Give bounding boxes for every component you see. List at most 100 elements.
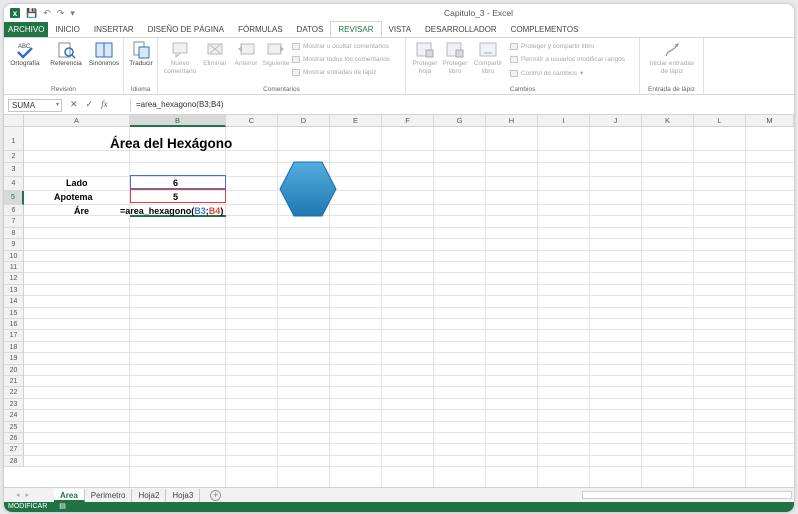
confirm-icon[interactable]: ✓ (86, 99, 94, 110)
column-header-h[interactable]: H (486, 115, 538, 127)
row-header-21[interactable]: 21 (4, 376, 24, 388)
tab-inicio[interactable]: INICIO (48, 22, 86, 37)
group-revision: ABC Ortografía Referencia Sinónimos Revi… (4, 38, 124, 95)
macro-record-icon[interactable]: ▤ (59, 502, 66, 512)
translate-button[interactable]: Traducir (126, 41, 156, 68)
spelling-button[interactable]: ABC Ortografía (8, 41, 42, 68)
row-header-8[interactable]: 8 (4, 227, 24, 240)
cell-b3[interactable]: 6 (173, 178, 178, 188)
start-inking-button[interactable]: Iniciar entradas de lápiz (642, 41, 702, 76)
tab-vista[interactable]: VISTA (382, 22, 419, 37)
sheet-tab-hoja2[interactable]: Hoja2 (132, 488, 167, 502)
row-header-22[interactable]: 22 (4, 387, 24, 399)
name-box[interactable]: SUMA ▾ (8, 99, 62, 112)
share-workbook-button[interactable]: Compartir libro (470, 41, 506, 76)
cell-a5[interactable]: Áre (74, 206, 89, 216)
column-header-k[interactable]: K (642, 115, 694, 127)
column-header-b[interactable]: B (130, 115, 226, 127)
column-header-d[interactable]: D (278, 115, 330, 127)
sheet-tab-perimetro[interactable]: Perimetro (85, 488, 133, 502)
row-header-12[interactable]: 12 (4, 273, 24, 285)
previous-comment-button[interactable]: Anterior (230, 41, 262, 68)
share-workbook-icon (478, 41, 498, 59)
row-header-4[interactable]: 4 (4, 177, 24, 191)
tab-formulas[interactable]: FÓRMULAS (231, 22, 289, 37)
cell-b5-edit[interactable]: =area_hexagono(B3;B4) (120, 206, 223, 216)
row-header-1[interactable]: 1 (4, 127, 24, 151)
row-header-6[interactable]: 6 (4, 205, 24, 217)
next-comment-button[interactable]: Siguiente (260, 41, 292, 68)
row-header-11[interactable]: 11 (4, 262, 24, 274)
protect-workbook-button[interactable]: Proteger libro (440, 41, 470, 76)
tab-diseno-pagina[interactable]: DISEÑO DE PÁGINA (141, 22, 231, 37)
protect-share-button[interactable]: Proteger y compartir libro (510, 43, 594, 50)
row-header-9[interactable]: 9 (4, 239, 24, 251)
title-cell[interactable]: Área del Hexágono (110, 136, 232, 151)
row-header-28[interactable]: 28 (4, 455, 24, 468)
cancel-icon[interactable]: ✕ (70, 99, 78, 110)
show-ink-button[interactable]: Mostrar entradas de lápiz (292, 69, 376, 76)
tab-revisar[interactable]: REVISAR (330, 21, 382, 37)
column-header-e[interactable]: E (330, 115, 382, 127)
protect-sheet-button[interactable]: Proteger hoja (410, 41, 440, 76)
protect-workbook-icon (445, 41, 465, 59)
group-label-cambios: Cambios (509, 86, 536, 93)
row-header-24[interactable]: 24 (4, 410, 24, 422)
row-header-27[interactable]: 27 (4, 444, 24, 456)
select-all-button[interactable] (4, 115, 24, 127)
row-header-26[interactable]: 26 (4, 433, 24, 445)
row-header-15[interactable]: 15 (4, 307, 24, 319)
sheet-nav-arrows[interactable]: ◂▸ (4, 491, 54, 499)
worksheet-grid[interactable]: A B C D E F G H I J K L M 1 2 3 4 5 6 7 8 9 10 11 1… (4, 115, 794, 487)
tab-insertar[interactable]: INSERTAR (87, 22, 141, 37)
insert-function-icon[interactable]: fx (101, 99, 108, 110)
sheet-tab-area[interactable]: Area (54, 488, 85, 502)
allow-edit-ranges-button[interactable]: Permitir a usuarios modificar rangos (510, 56, 625, 63)
column-header-f[interactable]: F (382, 115, 434, 127)
new-comment-button[interactable]: Nuevo comentario (164, 41, 196, 76)
sheet-tab-hoja3[interactable]: Hoja3 (166, 488, 201, 502)
horizontal-scrollbar[interactable] (582, 491, 792, 499)
tab-archivo[interactable]: ARCHIVO (4, 22, 49, 37)
column-header-i[interactable]: I (538, 115, 590, 127)
row-header-10[interactable]: 10 (4, 250, 24, 262)
column-header-l[interactable]: L (694, 115, 746, 127)
column-header-j[interactable]: J (590, 115, 642, 127)
tab-datos[interactable]: DATOS (290, 22, 331, 37)
row-header-3[interactable]: 3 (4, 163, 24, 177)
show-all-comments-button[interactable]: Mostrar todos los comentarios (292, 56, 390, 63)
tab-desarrollador[interactable]: DESARROLLADOR (418, 22, 504, 37)
row-header-25[interactable]: 25 (4, 421, 24, 433)
column-header-m[interactable]: M (746, 115, 794, 127)
research-button[interactable]: Referencia (48, 41, 84, 68)
thesaurus-button[interactable]: Sinónimos (86, 41, 122, 68)
row-header-5[interactable]: 5 (4, 191, 24, 205)
cell-b4[interactable]: 5 (173, 192, 178, 202)
track-changes-button[interactable]: Control de cambios ▾ (510, 69, 583, 77)
row-header-16[interactable]: 16 (4, 319, 24, 331)
delete-comment-button[interactable]: Eliminar (200, 41, 230, 68)
row-header-17[interactable]: 17 (4, 330, 24, 342)
row-header-18[interactable]: 18 (4, 341, 24, 354)
row-header-19[interactable]: 19 (4, 353, 24, 365)
customize-icon[interactable]: ▾ (70, 8, 75, 19)
redo-icon[interactable]: ↷ (57, 8, 65, 19)
column-header-a[interactable]: A (24, 115, 130, 127)
row-header-2[interactable]: 2 (4, 151, 24, 163)
formula-input[interactable]: =area_hexagono(B3;B4) (130, 98, 790, 112)
undo-icon[interactable]: ↶ (43, 8, 51, 19)
column-header-c[interactable]: C (226, 115, 278, 127)
row-header-14[interactable]: 14 (4, 296, 24, 308)
save-icon[interactable]: 💾 (26, 8, 37, 19)
hexagon-shape[interactable] (278, 161, 338, 217)
row-header-20[interactable]: 20 (4, 364, 24, 376)
column-header-g[interactable]: G (434, 115, 486, 127)
row-header-7[interactable]: 7 (4, 216, 24, 228)
row-header-13[interactable]: 13 (4, 284, 24, 297)
tab-complementos[interactable]: COMPLEMENTOS (504, 22, 586, 37)
cell-a4[interactable]: Apotema (54, 192, 93, 202)
show-hide-comments-button[interactable]: Mostrar u ocultar comentarios (292, 43, 389, 50)
add-sheet-icon[interactable]: + (210, 489, 222, 501)
cell-a3[interactable]: Lado (66, 178, 88, 188)
row-header-23[interactable]: 23 (4, 398, 24, 411)
